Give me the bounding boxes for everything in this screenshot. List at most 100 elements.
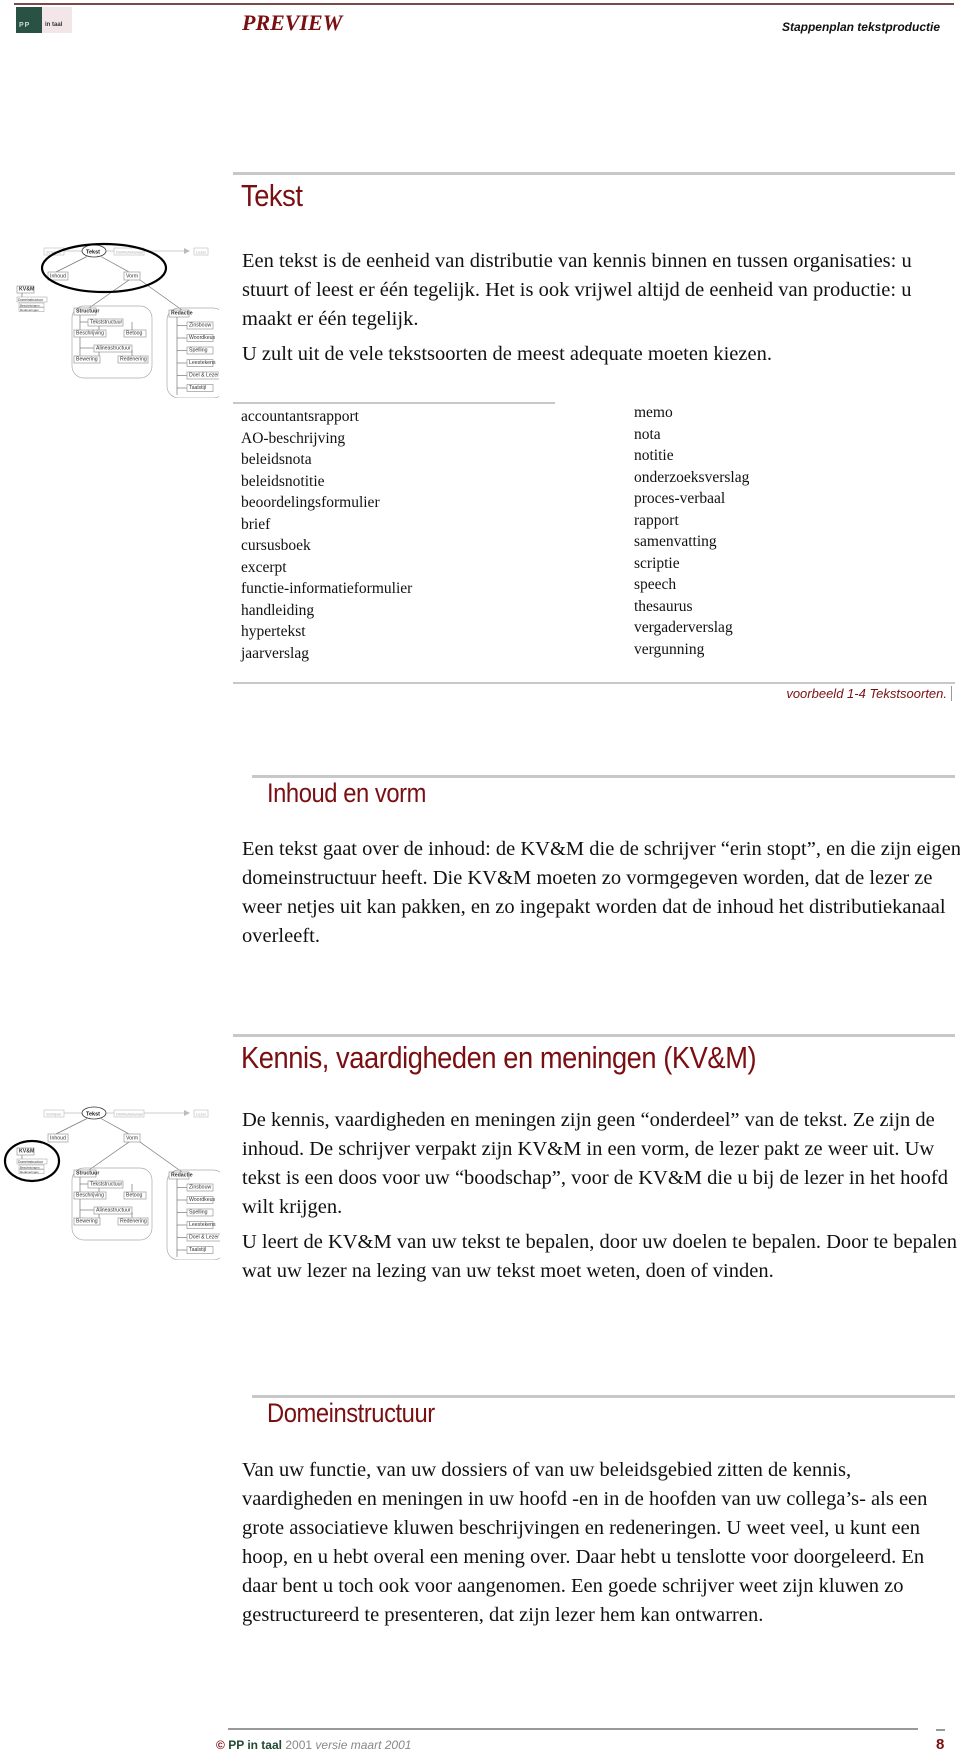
redactie-item-label: Doel & Lezer (189, 1235, 219, 1241)
betoog-label: Betoog (126, 1193, 143, 1199)
page-number: 8 (936, 1736, 945, 1753)
example-caption: voorbeeld 1-4 Tekstsoorten. (786, 686, 952, 701)
tekst-label: Tekst (86, 1112, 100, 1118)
redactie-item-label: Doel & Lezer (189, 373, 219, 379)
vorm-label: Vorm (126, 274, 138, 280)
connector-line (55, 255, 89, 273)
inhoud-label: Inhoud (50, 1136, 66, 1142)
section-rule (233, 172, 955, 175)
redactie-item-label: Zinsbouw (189, 323, 211, 329)
redactie-item-label: Spelling (189, 348, 208, 354)
beschrijving-label: Beschrijving (76, 331, 104, 337)
tekstsoort-item: onderzoeksverslag (634, 468, 750, 486)
section-heading-inhoud-en-vorm: Inhoud en vorm (267, 778, 426, 808)
distributiekanaal-label: Distributiekanaal (116, 251, 143, 255)
paragraph: De kennis, vaardigheden en meningen zijn… (242, 1109, 948, 1218)
tekstsoort-item: vergaderverslag (634, 619, 733, 636)
section-heading-kvm: Kennis, vaardigheden en meningen (KV&M) (241, 1040, 757, 1075)
redactie-item-label: Woordkeus (189, 335, 216, 341)
schrijver-label: Schrijver (46, 1112, 62, 1117)
tekstsoort-item: hypertekst (241, 623, 306, 640)
redactie-label: Redactie (171, 1173, 193, 1179)
tekstsoort-item: handleiding (241, 601, 315, 619)
connector-line (88, 279, 130, 309)
section-body-inhoud-en-vorm: Een tekst gaat over de inhoud: de KV&M d… (242, 835, 960, 951)
redactie-item-label: Taalstijl (189, 385, 206, 391)
section-rule (233, 1034, 955, 1037)
structuur-label: Structuur (76, 309, 99, 315)
copyright-icon: © (216, 1738, 225, 1752)
tekstsoort-item: memo (634, 404, 673, 421)
tekstsoort-item: scriptie (634, 554, 680, 572)
logo-right-text: in taal (45, 22, 63, 28)
connector-line (139, 1141, 183, 1173)
redactie-item-label: Leestekens (189, 1222, 216, 1228)
footer-rule (228, 1728, 918, 1730)
tekst-label: Tekst (86, 250, 100, 256)
tekstsoort-item: rapport (634, 511, 679, 529)
tekststructuur-label: Tekststructuur (90, 1182, 123, 1188)
list-bottom-rule (233, 682, 955, 684)
paragraph: Een tekst gaat over de inhoud: de KV&M d… (242, 838, 960, 947)
tekstsoort-item: beoordelingsformulier (241, 494, 380, 511)
bewering-label: Bewering (76, 1219, 98, 1225)
distributiekanaal-label: Distributiekanaal (116, 1113, 143, 1117)
redactie-item-label: Zinsbouw (189, 1185, 211, 1191)
section-body-tekst: Een tekst is de eenheid van distributie … (242, 247, 960, 369)
connector-line (55, 1117, 89, 1135)
redeneringen-label: Redeneringen (20, 308, 39, 312)
inhoud-label: Inhoud (50, 274, 66, 280)
pp-in-taal-logo: PP in taal (16, 7, 72, 33)
connector-line (88, 1141, 130, 1171)
betoog-label: Betoog (126, 331, 143, 337)
alineastructuur-label: Alineastructuur (96, 1208, 131, 1214)
kvm-label: KV&M (19, 287, 34, 293)
vorm-label: Vorm (126, 1136, 138, 1142)
tekstsoort-item: proces-verbaal (634, 490, 726, 507)
tekstsoort-item: jaarverslag (241, 644, 309, 662)
footer-version: versie maart 2001 (315, 1738, 412, 1752)
tekstsoort-item: cursusboek (241, 537, 311, 554)
tekstsoort-item: AO-beschrijving (241, 429, 346, 447)
section-heading-domeinstructuur: Domeinstructuur (267, 1398, 435, 1428)
tekstsoorten-list-right: memo nota notitie onderzoeksverslag proces-v… (634, 402, 749, 660)
tekstsoort-item: samenvatting (634, 533, 717, 550)
beschrijving-label: Beschrijving (76, 1193, 104, 1199)
redactie-label: Redactie (171, 311, 193, 317)
tekstsoort-item: accountantsrapport (241, 408, 359, 425)
redactie-item-label: Leestekens (189, 360, 216, 366)
redenering-label: Redenering (120, 1219, 147, 1225)
beschrijvingen-label: Beschrijvingen (20, 1165, 40, 1169)
tekstsoort-item: notitie (634, 447, 674, 464)
footer-brand: PP in taal (228, 1738, 282, 1752)
paragraph: Van uw functie, van uw dossiers of van u… (242, 1459, 928, 1626)
tekstsoort-item: excerpt (241, 558, 287, 576)
kvm-diagram: Schrijver Tekst Distributiekanaal Lezer Inho… (3, 1106, 220, 1260)
page-number-rule (936, 1729, 945, 1731)
lezer-label: Lezer (196, 1112, 207, 1117)
arrow-head-icon (184, 248, 190, 254)
tekstsoort-item: functie-informatieformulier (241, 580, 413, 597)
connector-line (99, 1117, 130, 1135)
paragraph: U leert de KV&M van uw tekst te bepalen,… (242, 1231, 957, 1282)
tekstsoort-item: thesaurus (634, 597, 693, 615)
kvm-label: KV&M (19, 1149, 34, 1155)
header-rule (14, 3, 954, 5)
structuur-group (71, 305, 153, 379)
redenering-label: Redenering (120, 357, 147, 363)
paragraph: U zult uit de vele tekstsoorten de meest… (242, 343, 772, 365)
redeneringen-label: Redeneringen (20, 1170, 39, 1174)
structuur-group (71, 1167, 153, 1241)
footer-year: 2001 (285, 1738, 313, 1752)
logo-left-text: PP (19, 22, 31, 29)
tekstsoorten-list-left: accountantsrapport AO-beschrijving beleids… (241, 406, 412, 664)
domeinstructuur-label: Domeinstructuur (18, 298, 44, 302)
beschrijvingen-label: Beschrijvingen (20, 303, 40, 307)
tekstsoort-item: brief (241, 515, 271, 533)
lezer-label: Lezer (196, 250, 207, 255)
list-top-rule (233, 402, 555, 404)
paragraph: Een tekst is de eenheid van distributie … (242, 250, 912, 330)
footer-text: © PP in taal 2001 versie maart 2001 (216, 1738, 411, 1752)
tekstsoort-item: beleidsnotitie (241, 472, 325, 490)
section-body-kvm: De kennis, vaardigheden en meningen zijn… (242, 1106, 960, 1286)
